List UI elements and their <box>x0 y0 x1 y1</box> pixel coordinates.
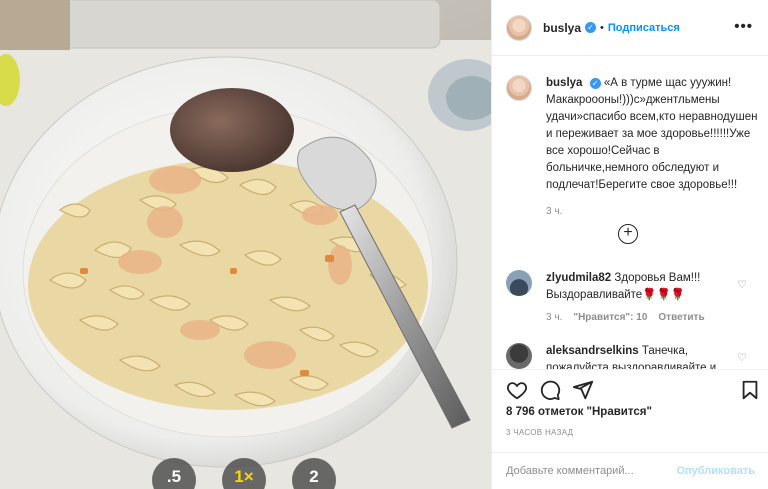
publish-button[interactable]: Опубликовать <box>676 465 755 477</box>
comment-body: aleksandrselkins Танечка, пожалуйста выз… <box>546 343 733 369</box>
comment-like-heart-icon[interactable]: ♡ <box>737 351 747 364</box>
comment-meta: 3 ч. "Нравится": 10 Ответить <box>546 312 761 323</box>
comment-emoji: 🌹🌹🌹 <box>642 289 686 301</box>
more-horizontal-icon[interactable]: ••• <box>734 18 753 35</box>
commenter-avatar[interactable] <box>506 343 532 369</box>
comment-input[interactable] <box>506 465 666 477</box>
comment-likes-count[interactable]: "Нравится": 10 <box>573 312 647 323</box>
caption-username[interactable]: buslya <box>546 77 582 89</box>
caption-avatar[interactable] <box>506 75 532 101</box>
plus-circle-icon[interactable]: + <box>618 224 638 244</box>
comments-section: buslya ✓ «А в турме щас ууужин! Макакроо… <box>492 57 768 369</box>
comment-reply-button[interactable]: Ответить <box>658 312 704 323</box>
food-photo-illustration <box>0 0 491 489</box>
bookmark-icon[interactable] <box>739 379 761 401</box>
zoom-option-half[interactable]: .5 <box>152 458 196 489</box>
commenter-avatar[interactable] <box>506 270 532 296</box>
zoom-option-2x[interactable]: 2 <box>292 458 336 489</box>
caption-verified-badge-icon: ✓ <box>589 78 601 89</box>
header-separator: • <box>600 21 604 34</box>
post-photo[interactable]: .5 1× 2 <box>0 0 491 489</box>
comment-username[interactable]: aleksandrselkins <box>546 345 639 357</box>
caption-time[interactable]: 3 ч. <box>546 206 761 217</box>
post-caption: buslya ✓ «А в турме щас ууужин! Макакроо… <box>506 75 761 217</box>
share-icon[interactable] <box>572 379 594 401</box>
post-header: buslya ✓ • Подписаться ••• <box>492 0 768 56</box>
action-icon-row <box>506 379 761 403</box>
comment-item: zlyudmila82 Здоровья Вам!!! Выздоравлива… <box>506 270 761 323</box>
verified-badge-icon: ✓ <box>585 22 597 33</box>
follow-button[interactable]: Подписаться <box>608 22 680 34</box>
post-actions: 8 796 отметок "Нравится" 3 ЧАСОВ НАЗАД О… <box>492 369 768 489</box>
comment-icon[interactable] <box>539 379 561 401</box>
comment-item: aleksandrselkins Танечка, пожалуйста выз… <box>506 343 761 369</box>
zoom-option-1x[interactable]: 1× <box>222 458 266 489</box>
author-username[interactable]: buslya <box>543 21 581 35</box>
caption-text: buslya ✓ «А в турме щас ууужин! Макакроо… <box>546 75 761 194</box>
author-avatar[interactable] <box>506 14 532 41</box>
comment-body: zlyudmila82 Здоровья Вам!!! Выздоравлива… <box>546 270 733 304</box>
post-timestamp[interactable]: 3 ЧАСОВ НАЗАД <box>506 428 573 437</box>
comment-time[interactable]: 3 ч. <box>546 312 562 323</box>
comment-composer: Опубликовать <box>492 452 768 489</box>
likes-count[interactable]: 8 796 отметок "Нравится" <box>506 406 652 418</box>
comment-username[interactable]: zlyudmila82 <box>546 272 611 284</box>
camera-zoom-bar: .5 1× 2 <box>152 448 348 489</box>
caption-body: «А в турме щас ууужин! Макакроооны!)))с»… <box>546 77 758 191</box>
comment-like-heart-icon[interactable]: ♡ <box>737 278 747 291</box>
post-side-panel: buslya ✓ • Подписаться ••• buslya ✓ «А в… <box>491 0 768 489</box>
heart-icon[interactable] <box>506 379 528 401</box>
